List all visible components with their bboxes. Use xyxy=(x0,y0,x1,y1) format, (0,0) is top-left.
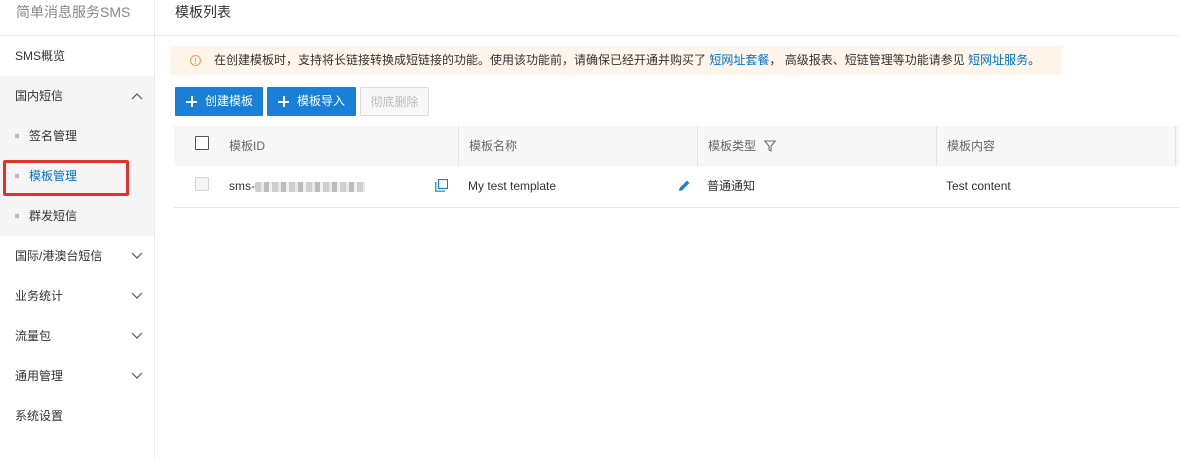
template-id-value: sms- xyxy=(229,179,255,193)
sidebar-item-label: 国内短信 xyxy=(15,89,64,103)
page-title: 模板列表 xyxy=(175,4,231,20)
create-template-button[interactable]: 创建模板 xyxy=(175,87,263,116)
sidebar-item-domestic-sms[interactable]: 国内短信 xyxy=(0,76,154,116)
select-all-checkbox[interactable] xyxy=(195,136,209,150)
sidebar-subitem-signature-management[interactable]: 签名管理 xyxy=(0,116,154,156)
button-label: 模板导入 xyxy=(297,94,346,108)
template-table: 模板ID 模板名称 模板类型 模板内容 sms- My test templat… xyxy=(174,126,1179,208)
table-header: 模板ID 模板名称 模板类型 模板内容 xyxy=(174,126,1179,166)
bullet-icon xyxy=(15,134,19,138)
row-select-cell xyxy=(174,166,214,207)
notice-text: 在创建模板时，支持将长链接转换成短链接的功能。使用该功能前，请确保已经开通并购买… xyxy=(214,53,707,67)
chevron-down-icon xyxy=(131,332,143,339)
sidebar-title: 简单消息服务SMS xyxy=(0,0,154,36)
sidebar-group-domestic-sms: 国内短信 签名管理 模板管理 群发短信 xyxy=(0,76,154,236)
sidebar-item-sms-overview[interactable]: SMS概览 xyxy=(0,36,154,76)
sidebar-item-label: 流量包 xyxy=(15,329,52,343)
sidebar-item-label: 系统设置 xyxy=(15,409,64,423)
short-url-package-link[interactable]: 短网址套餐 xyxy=(709,53,769,67)
sidebar-subitem-bulk-sms[interactable]: 群发短信 xyxy=(0,196,154,236)
permanently-delete-button[interactable]: 彻底删除 xyxy=(360,87,429,116)
template-id-cell: sms- xyxy=(229,166,459,207)
notice-banner: 在创建模板时，支持将长链接转换成短链接的功能。使用该功能前，请确保已经开通并购买… xyxy=(170,46,1062,75)
sidebar-item-system-settings[interactable]: 系统设置 xyxy=(0,396,154,436)
row-checkbox xyxy=(195,177,209,191)
plus-icon xyxy=(278,96,289,107)
button-label: 创建模板 xyxy=(205,94,254,108)
chevron-down-icon xyxy=(131,292,143,299)
sidebar-item-traffic-package[interactable]: 流量包 xyxy=(0,316,154,356)
column-header-label: 模板类型 xyxy=(708,139,757,153)
sidebar-subitem-template-management[interactable]: 模板管理 xyxy=(0,156,154,196)
button-label: 彻底删除 xyxy=(370,95,419,109)
sidebar-item-general-management[interactable]: 通用管理 xyxy=(0,356,154,396)
filter-icon[interactable] xyxy=(764,140,776,152)
sidebar-item-business-statistics[interactable]: 业务统计 xyxy=(0,276,154,316)
column-header-template-type: 模板类型 xyxy=(698,126,937,166)
sidebar-item-international-sms[interactable]: 国际/港澳台短信 xyxy=(0,236,154,276)
chevron-down-icon xyxy=(131,372,143,379)
chevron-up-icon xyxy=(131,93,143,100)
divider xyxy=(155,35,1179,36)
template-name-cell: My test template xyxy=(468,179,557,193)
edit-pencil-icon[interactable] xyxy=(678,179,691,192)
sidebar-item-label: SMS概览 xyxy=(15,49,66,63)
sidebar-item-label: 通用管理 xyxy=(15,369,64,383)
short-url-service-link[interactable]: 短网址服务 xyxy=(968,53,1028,67)
notice-text: 。 xyxy=(1028,53,1041,67)
chevron-down-icon xyxy=(131,252,143,259)
sidebar: 简单消息服务SMS SMS概览 国内短信 签名管理 模板管理 群发短信 国际/港… xyxy=(0,0,155,459)
template-content-cell: Test content xyxy=(946,179,1011,193)
template-type-cell: 普通通知 xyxy=(707,179,756,193)
warning-icon xyxy=(190,55,201,66)
import-template-button[interactable]: 模板导入 xyxy=(267,87,356,116)
column-header-template-id: 模板ID xyxy=(229,126,459,166)
column-header-template-name: 模板名称 xyxy=(459,126,698,166)
column-header-template-content: 模板内容 xyxy=(937,126,1176,166)
copy-icon[interactable] xyxy=(435,179,448,192)
bullet-icon xyxy=(15,214,19,218)
sidebar-item-label: 国际/港澳台短信 xyxy=(15,249,103,263)
notice-text: ， 高级报表、短链管理等功能请参见 xyxy=(769,53,965,67)
table-row[interactable]: sms- My test template 普通通知 Test content xyxy=(174,166,1179,208)
bullet-icon xyxy=(15,174,19,178)
main-content: 模板列表 在创建模板时，支持将长链接转换成短链接的功能。使用该功能前，请确保已经… xyxy=(155,0,1179,459)
plus-icon xyxy=(186,96,197,107)
sidebar-subitem-label: 签名管理 xyxy=(29,129,78,143)
sidebar-subitem-label: 模板管理 xyxy=(29,169,78,183)
select-all-cell xyxy=(174,126,209,166)
redacted-id xyxy=(255,181,365,192)
sidebar-subitem-label: 群发短信 xyxy=(29,209,78,223)
sidebar-item-label: 业务统计 xyxy=(15,289,64,303)
